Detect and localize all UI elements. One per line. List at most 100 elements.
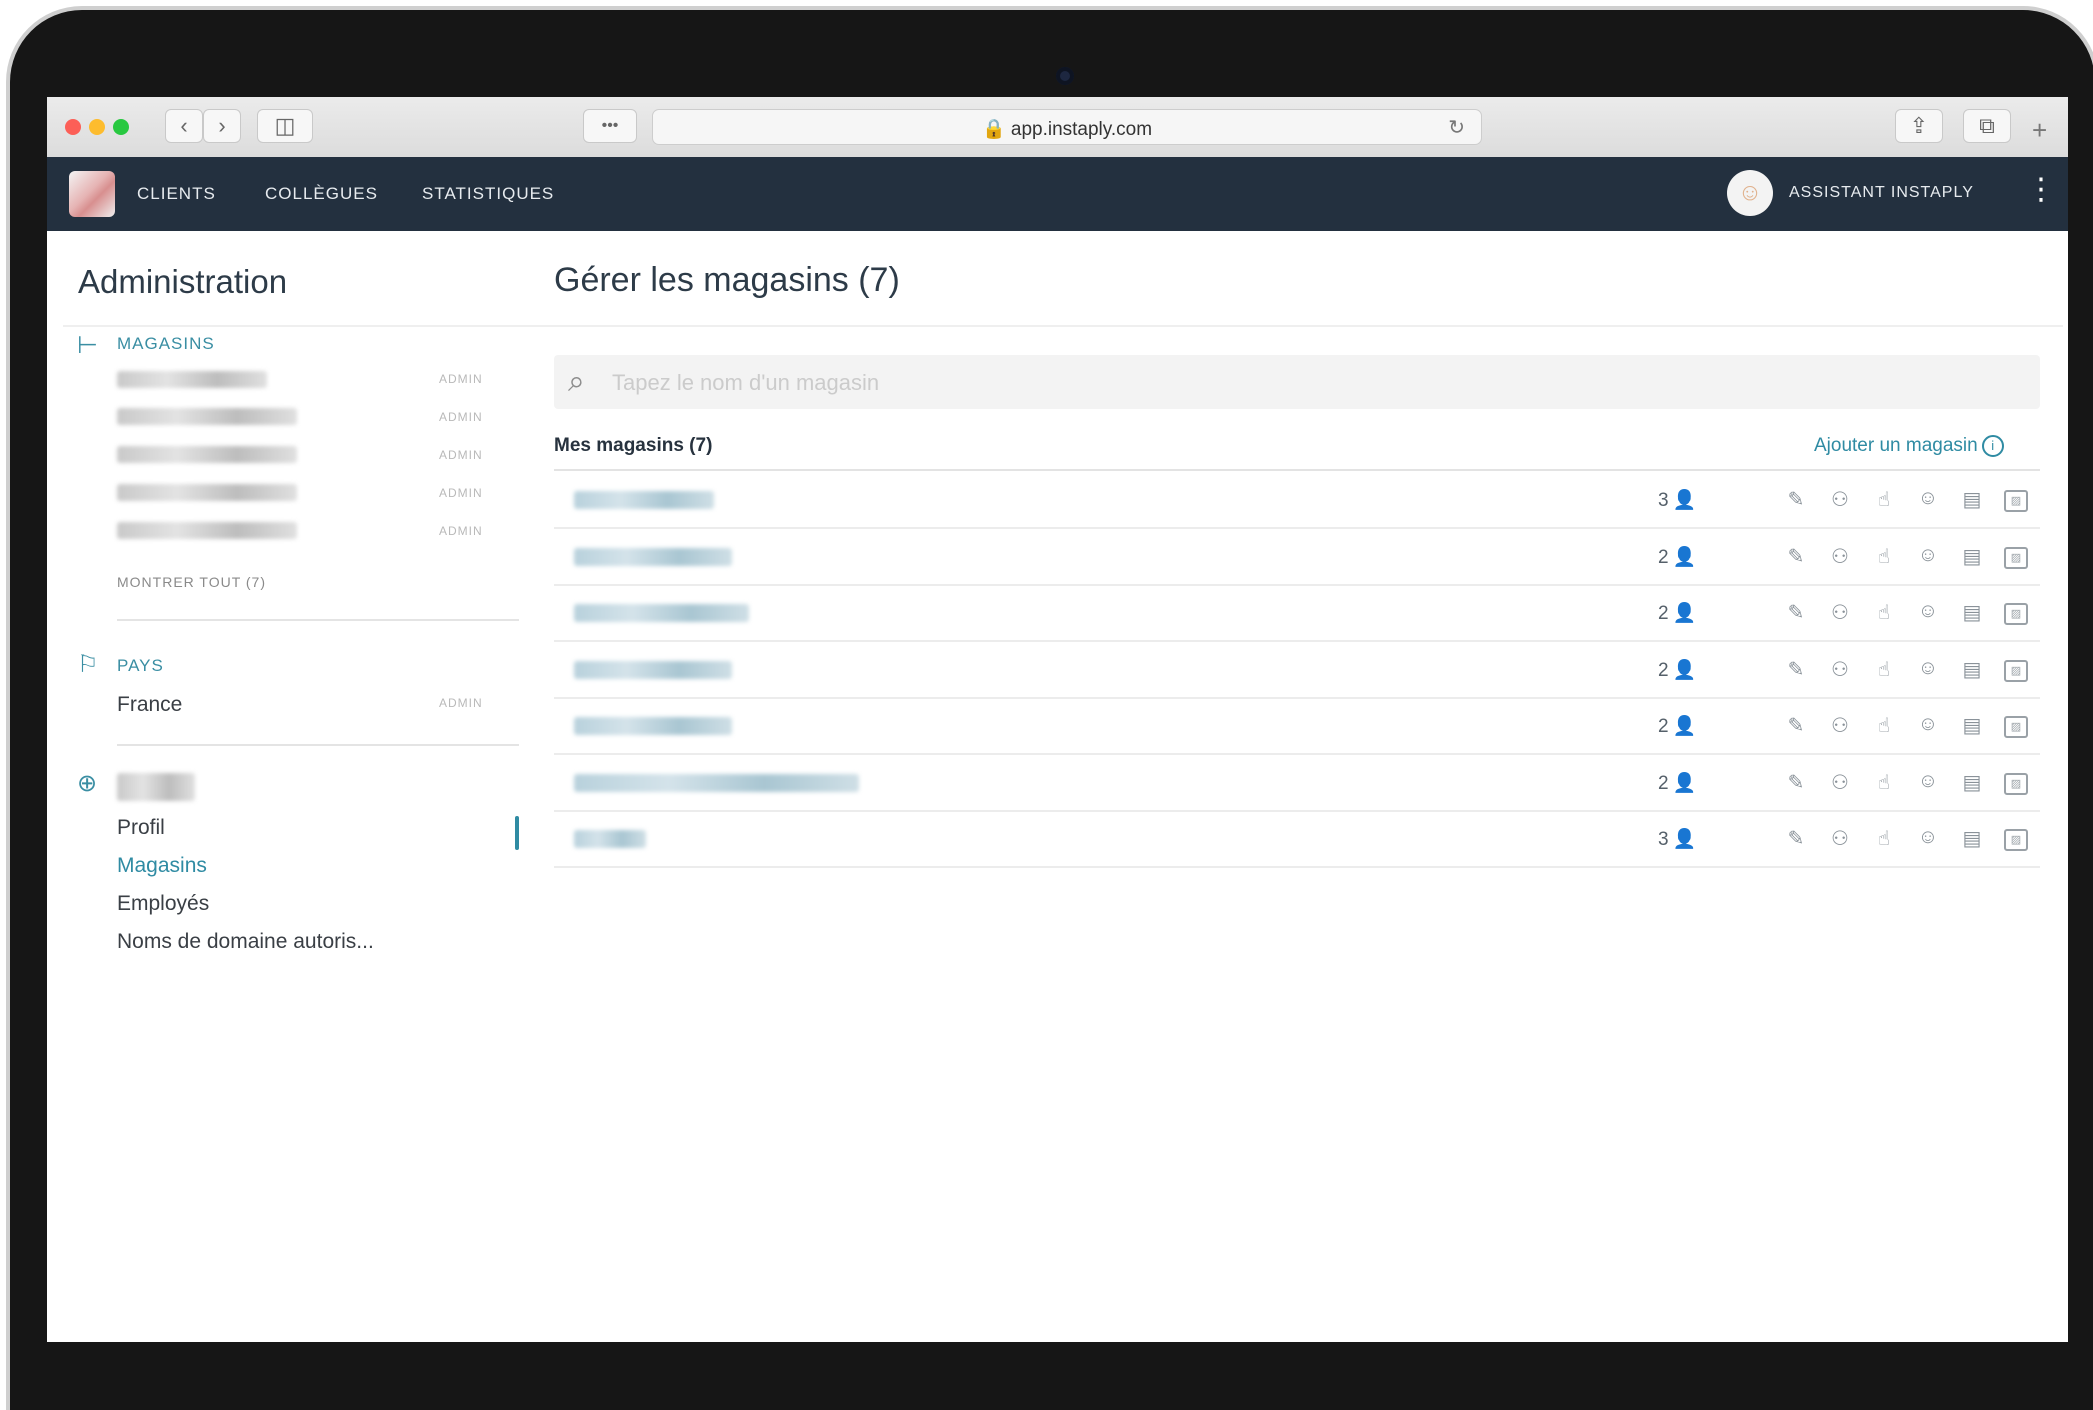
stats-icon[interactable]: ▨ <box>1994 600 2038 625</box>
store-name-redacted[interactable] <box>574 717 732 735</box>
forward-button[interactable]: › <box>203 109 241 143</box>
table-row[interactable]: 2 👤 ✎ ⚇ ☝ ☺ ▤ ▨ <box>554 528 2040 586</box>
assistant-label[interactable]: ASSISTANT INSTAPLY <box>1789 184 1974 202</box>
sidebar-item-magasins[interactable]: Magasins <box>117 854 207 878</box>
store-name-redacted[interactable] <box>117 522 297 539</box>
chat-icon[interactable]: ☺ <box>1906 544 1950 569</box>
table-row[interactable]: 3 👤 ✎ ⚇ ☝ ☺ ▤ ▨ <box>554 471 2040 529</box>
edit-icon[interactable]: ✎ <box>1774 713 1818 738</box>
users-icon[interactable]: ⚇ <box>1818 770 1862 795</box>
stats-icon[interactable]: ▨ <box>1994 826 2038 851</box>
message-icon[interactable]: ▤ <box>1950 657 1994 682</box>
edit-icon[interactable]: ✎ <box>1774 826 1818 851</box>
store-name-redacted[interactable] <box>574 660 732 679</box>
store-name-redacted[interactable] <box>117 484 297 501</box>
store-name-redacted[interactable] <box>117 408 297 425</box>
chat-icon[interactable]: ☺ <box>1906 770 1950 795</box>
edit-icon[interactable]: ✎ <box>1774 657 1818 682</box>
stats-icon[interactable]: ▨ <box>1994 713 2038 738</box>
touch-icon[interactable]: ☝ <box>1862 826 1906 851</box>
table-row[interactable]: 2 👤 ✎ ⚇ ☝ ☺ ▤ ▨ <box>554 641 2040 699</box>
users-icon[interactable]: ⚇ <box>1818 826 1862 851</box>
message-icon[interactable]: ▤ <box>1950 600 1994 625</box>
users-icon[interactable]: ⚇ <box>1818 544 1862 569</box>
touch-icon[interactable]: ☝ <box>1862 770 1906 795</box>
message-icon[interactable]: ▤ <box>1950 544 1994 569</box>
users-icon[interactable]: ⚇ <box>1818 713 1862 738</box>
table-row[interactable]: 2 👤 ✎ ⚇ ☝ ☺ ▤ ▨ <box>554 697 2040 755</box>
store-name-redacted[interactable] <box>574 830 646 848</box>
touch-icon[interactable]: ☝ <box>1862 544 1906 569</box>
kebab-menu-icon[interactable]: ⋮ <box>2026 175 2056 205</box>
chat-icon[interactable]: ☺ <box>1906 600 1950 625</box>
message-icon[interactable]: ▤ <box>1950 826 1994 851</box>
edit-icon[interactable]: ✎ <box>1774 770 1818 795</box>
touch-icon[interactable]: ☝ <box>1862 657 1906 682</box>
store-name-redacted[interactable] <box>574 547 732 566</box>
share-button[interactable]: ⇪ <box>1895 109 1943 143</box>
store-name-redacted[interactable] <box>574 491 714 509</box>
back-button[interactable]: ‹ <box>165 109 203 143</box>
role-tag: ADMIN <box>439 448 483 462</box>
stats-icon[interactable]: ▨ <box>1994 770 2038 795</box>
add-store-label[interactable]: Ajouter un magasin <box>1814 435 1978 456</box>
tabs-button[interactable]: ⧉ <box>1963 109 2011 143</box>
sidebar-item-profil[interactable]: Profil <box>117 816 165 840</box>
magasins-section-label: MAGASINS <box>117 334 215 353</box>
chat-icon[interactable]: ☺ <box>1906 826 1950 851</box>
message-icon[interactable]: ▤ <box>1950 713 1994 738</box>
touch-icon[interactable]: ☝ <box>1862 713 1906 738</box>
show-all-stores-link[interactable]: MONTRER TOUT (7) <box>117 574 266 590</box>
info-icon[interactable]: i <box>1981 435 2004 457</box>
sidebar-item-employes[interactable]: Employés <box>117 892 209 916</box>
employee-count: 2 👤 <box>1658 545 1718 569</box>
count-value: 2 <box>1658 603 1669 624</box>
users-icon[interactable]: ⚇ <box>1818 600 1862 625</box>
message-icon[interactable]: ▤ <box>1950 770 1994 795</box>
store-name-redacted[interactable] <box>117 371 267 388</box>
store-name-redacted[interactable] <box>574 604 749 622</box>
message-icon[interactable]: ▤ <box>1950 487 1994 512</box>
users-icon[interactable]: ⚇ <box>1818 487 1862 512</box>
edit-icon[interactable]: ✎ <box>1774 544 1818 569</box>
chat-icon[interactable]: ☺ <box>1906 487 1950 512</box>
table-row[interactable]: 2 👤 ✎ ⚇ ☝ ☺ ▤ ▨ <box>554 754 2040 812</box>
table-row[interactable]: 2 👤 ✎ ⚇ ☝ ☺ ▤ ▨ <box>554 584 2040 642</box>
users-icon[interactable]: ⚇ <box>1818 657 1862 682</box>
brand-logo[interactable] <box>69 171 115 217</box>
zoom-window-button[interactable] <box>113 119 129 135</box>
sidebar-item-domaines[interactable]: Noms de domaine autoris... <box>117 930 374 954</box>
sidebar-toggle-button[interactable]: ◫ <box>257 109 313 143</box>
minimize-window-button[interactable] <box>89 119 105 135</box>
nav-clients[interactable]: CLIENTS <box>137 184 216 204</box>
more-button[interactable]: ••• <box>583 109 637 143</box>
role-tag: ADMIN <box>439 696 483 710</box>
close-window-button[interactable] <box>65 119 81 135</box>
address-bar[interactable]: 🔒 app.instaply.com ↻ <box>652 109 1482 145</box>
touch-icon[interactable]: ☝ <box>1862 487 1906 512</box>
role-tag: ADMIN <box>439 372 483 386</box>
store-search-input[interactable] <box>610 367 2014 399</box>
reload-icon[interactable]: ↻ <box>1448 115 1465 140</box>
edit-icon[interactable]: ✎ <box>1774 600 1818 625</box>
new-tab-icon[interactable]: + <box>2032 115 2047 146</box>
table-row[interactable]: 3 👤 ✎ ⚇ ☝ ☺ ▤ ▨ <box>554 810 2040 868</box>
country-france[interactable]: France <box>117 693 182 717</box>
stats-icon[interactable]: ▨ <box>1994 487 2038 512</box>
store-name-redacted[interactable] <box>574 773 859 792</box>
chat-icon[interactable]: ☺ <box>1906 713 1950 738</box>
employee-count: 2 👤 <box>1658 714 1718 738</box>
nav-collegues[interactable]: COLLÈGUES <box>265 184 378 204</box>
store-search: ⌕ <box>554 355 2040 409</box>
edit-icon[interactable]: ✎ <box>1774 487 1818 512</box>
assistant-avatar[interactable]: ☺ <box>1727 170 1773 216</box>
store-name-redacted[interactable] <box>117 446 297 463</box>
add-store-link[interactable]: Ajouter un magasin i <box>1814 435 2004 457</box>
stats-icon[interactable]: ▨ <box>1994 657 2038 682</box>
pays-section-label: PAYS <box>117 656 164 675</box>
stats-icon[interactable]: ▨ <box>1994 544 2038 569</box>
touch-icon[interactable]: ☝ <box>1862 600 1906 625</box>
sidebar-title: Administration <box>78 263 288 300</box>
nav-statistiques[interactable]: STATISTIQUES <box>422 184 554 204</box>
chat-icon[interactable]: ☺ <box>1906 657 1950 682</box>
